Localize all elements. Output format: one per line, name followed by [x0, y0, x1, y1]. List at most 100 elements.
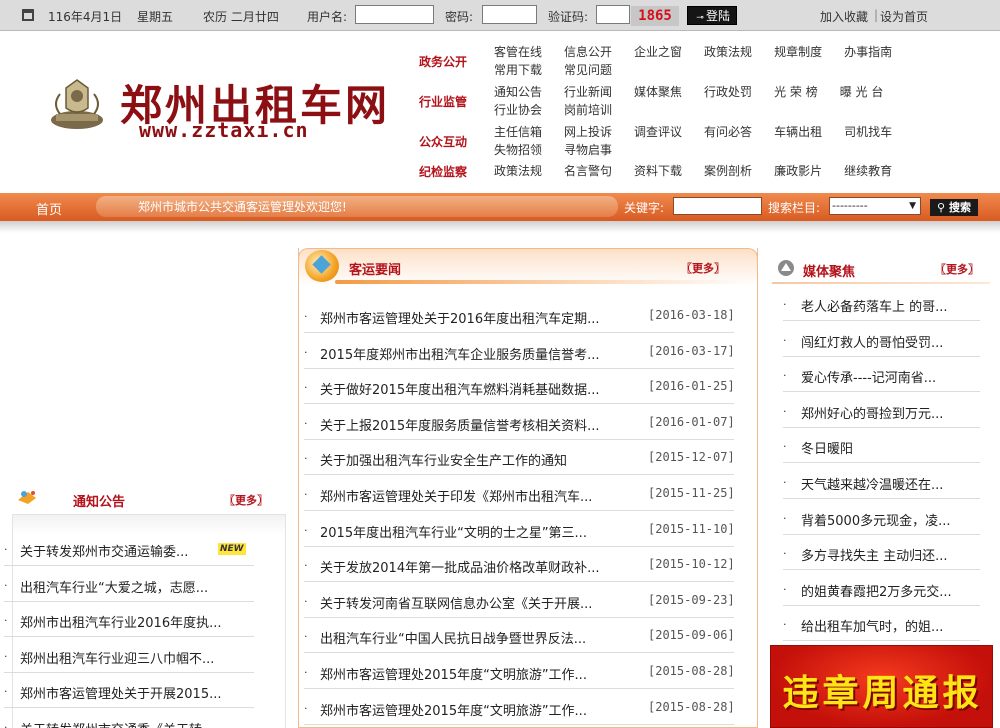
notice-row[interactable]: · 关于转发郑州市交通运输委... NEW	[4, 530, 254, 566]
notice-title-text[interactable]: 郑州市出租汽车行业2016年度执...	[20, 612, 221, 631]
nav-link[interactable]: 规章制度	[774, 43, 822, 61]
nav-link[interactable]: 调查评议	[634, 123, 682, 141]
nav-link[interactable]: 资料下载	[634, 162, 682, 180]
media-title[interactable]: 天气越来越冷温暖还在...	[801, 474, 943, 493]
news-title[interactable]: 关于转发河南省互联网信息办公室《关于开展...	[320, 593, 592, 612]
news-title[interactable]: 郑州市客运管理处2015年度“文明旅游”工作...	[320, 664, 587, 683]
news-title[interactable]: 关于做好2015年度出租汽车燃料消耗基础数据...	[320, 379, 599, 398]
nav-link[interactable]: 光 荣 榜	[774, 83, 818, 101]
news-row[interactable]: · 出租汽车行业“中国人民抗日战争暨世界反法... [2015-09-06]	[304, 617, 735, 654]
nav-link[interactable]: 司机找车	[844, 123, 892, 141]
nav-link[interactable]: 廉政影片	[774, 162, 822, 180]
nav-link[interactable]: 失物招领	[494, 141, 542, 159]
news-title[interactable]: 关于加强出租汽车行业安全生产工作的通知	[320, 450, 567, 469]
news-title[interactable]: 关于上报2015年度服务质量信誉考核相关资料...	[320, 415, 599, 434]
media-row[interactable]: · 的姐黄春霞把2万多元交...	[783, 570, 980, 606]
news-row[interactable]: · 关于转发河南省互联网信息办公室《关于开展... [2015-09-23]	[304, 582, 735, 618]
nav-link[interactable]: 案例剖析	[704, 162, 752, 180]
nav-group-public-affairs[interactable]: 政务公开	[419, 53, 467, 70]
notice-title-text[interactable]: 关于转发郑州市交通运输委...	[20, 541, 188, 560]
media-title[interactable]: 郑州好心的哥捡到万元...	[801, 403, 943, 422]
news-title[interactable]: 郑州市客运管理处2015年度“文明旅游”工作...	[320, 700, 587, 719]
media-row[interactable]: · 闯红灯救人的哥怕受罚...	[783, 321, 980, 357]
notice-row[interactable]: · 关于转发郑州市交通委《关于转...	[4, 708, 254, 728]
nav-link[interactable]: 通知公告	[494, 83, 542, 101]
news-title[interactable]: 2015年度郑州市出租汽车企业服务质量信誉考...	[320, 344, 599, 363]
search-column-select[interactable]: --------- ▼	[829, 197, 921, 215]
news-row[interactable]: · 2015年度出租汽车行业“文明的士之星”第三... [2015-11-10]	[304, 511, 735, 547]
news-row[interactable]: · 关于加强出租汽车行业安全生产工作的通知 [2015-12-07]	[304, 439, 735, 476]
nav-link[interactable]: 曝 光 台	[840, 83, 884, 101]
nav-link[interactable]: 信息公开	[564, 43, 612, 61]
news-title[interactable]: 关于发放2014年第一批成品油价格改革财政补...	[320, 557, 599, 576]
search-button[interactable]: ⚲ 搜索	[930, 199, 978, 216]
nav-link[interactable]: 行业新闻	[564, 83, 612, 101]
media-title[interactable]: 冬日暖阳	[801, 438, 853, 457]
news-title[interactable]: 2015年度出租汽车行业“文明的士之星”第三...	[320, 522, 587, 541]
notice-row[interactable]: · 郑州出租汽车行业迎三八巾帼不...	[4, 637, 254, 673]
nav-link[interactable]: 常用下载	[494, 61, 542, 79]
news-row[interactable]: · 关于上报2015年度服务质量信誉考核相关资料... [2016-01-07]	[304, 404, 735, 440]
news-row[interactable]: · 关于发放2014年第一批成品油价格改革财政补... [2015-10-12]	[304, 546, 735, 583]
media-focus-more-link[interactable]: 〖更多〗	[935, 261, 979, 277]
media-row[interactable]: · 给出租车加气时，的姐...	[783, 605, 980, 642]
notice-title-text[interactable]: 关于转发郑州市交通委《关于转...	[20, 719, 214, 728]
nav-link[interactable]: 主任信箱	[494, 123, 542, 141]
media-row[interactable]: · 郑州好心的哥捡到万元...	[783, 392, 980, 428]
nav-link[interactable]: 继续教育	[844, 162, 892, 180]
nav-link[interactable]: 网上投诉	[564, 123, 612, 141]
notice-row[interactable]: · 郑州市出租汽车行业2016年度执...	[4, 601, 254, 637]
news-row[interactable]: · 郑州市客运管理处关于印发《郑州市出租汽车... [2015-11-25]	[304, 475, 735, 511]
media-row[interactable]: · 爱心传承----记河南省...	[783, 356, 980, 393]
nav-link[interactable]: 媒体聚焦	[634, 83, 682, 101]
notice-title-text[interactable]: 出租汽车行业“大爱之城，志愿...	[20, 577, 208, 596]
news-row[interactable]: · 郑州市客运管理处2015年度“文明旅游”工作... [2015-08-28]	[304, 689, 735, 725]
nav-group-public-interaction[interactable]: 公众互动	[419, 133, 467, 150]
nav-link[interactable]: 名言警句	[564, 162, 612, 180]
nav-link[interactable]: 政策法规	[704, 43, 752, 61]
media-title[interactable]: 的姐黄春霞把2万多元交...	[801, 581, 952, 600]
notice-row[interactable]: · 郑州市客运管理处关于开展2015...	[4, 672, 254, 708]
bookmark-link[interactable]: 加入收藏	[820, 8, 868, 25]
password-input[interactable]	[482, 5, 537, 24]
username-input[interactable]	[355, 5, 434, 24]
news-title[interactable]: 出租汽车行业“中国人民抗日战争暨世界反法...	[320, 628, 586, 647]
news-title[interactable]: 郑州市客运管理处关于印发《郑州市出租汽车...	[320, 486, 592, 505]
set-homepage-link[interactable]: 设为首页	[880, 8, 928, 25]
nav-link[interactable]: 有问必答	[704, 123, 752, 141]
nav-link[interactable]: 岗前培训	[564, 101, 612, 119]
passenger-news-more-link[interactable]: 〖更多〗	[681, 260, 725, 276]
keyword-input[interactable]	[673, 197, 762, 215]
nav-link[interactable]: 办事指南	[844, 43, 892, 61]
media-title[interactable]: 爱心传承----记河南省...	[801, 367, 936, 386]
news-row[interactable]: · 郑州市客运管理处2015年度“文明旅游”工作... [2015-08-28]	[304, 653, 735, 689]
news-row[interactable]: · 郑州市客运管理处关于2016年度出租汽车定期... [2016-03-18]	[304, 297, 735, 333]
media-row[interactable]: · 多方寻找失主 主动归还...	[783, 534, 980, 571]
nav-group-discipline[interactable]: 纪检监察	[419, 163, 467, 180]
media-title[interactable]: 背着5000多元现金，凌...	[801, 510, 950, 529]
nav-link[interactable]: 寻物启事	[564, 141, 612, 159]
media-row[interactable]: · 天气越来越冷温暖还在...	[783, 463, 980, 499]
nav-link[interactable]: 行政处罚	[704, 83, 752, 101]
nav-link[interactable]: 车辆出租	[774, 123, 822, 141]
notice-title-text[interactable]: 郑州出租汽车行业迎三八巾帼不...	[20, 648, 214, 667]
nav-link[interactable]: 行业协会	[494, 101, 542, 119]
news-row[interactable]: · 关于做好2015年度出租汽车燃料消耗基础数据... [2016-01-25]	[304, 368, 735, 405]
media-title[interactable]: 老人必备药落车上 的哥...	[801, 296, 948, 315]
media-row[interactable]: · 老人必备药落车上 的哥...	[783, 285, 980, 321]
media-row[interactable]: · 冬日暖阳	[783, 427, 980, 464]
login-button[interactable]: ⊸ 登陆	[687, 6, 737, 25]
news-row[interactable]: · 2015年度郑州市出租汽车企业服务质量信誉考... [2016-03-17]	[304, 333, 735, 369]
home-link[interactable]: 首页	[36, 199, 62, 218]
nav-link[interactable]: 政策法规	[494, 162, 542, 180]
nav-link[interactable]: 客管在线	[494, 43, 542, 61]
nav-link[interactable]: 企业之窗	[634, 43, 682, 61]
media-title[interactable]: 给出租车加气时，的姐...	[801, 616, 943, 635]
media-title[interactable]: 闯红灯救人的哥怕受罚...	[801, 332, 943, 351]
notice-title-text[interactable]: 郑州市客运管理处关于开展2015...	[20, 683, 221, 702]
nav-group-industry-supervision[interactable]: 行业监管	[419, 93, 467, 110]
captcha-image[interactable]: 1865	[631, 6, 679, 26]
violation-weekly-banner[interactable]: 违章周通报	[770, 645, 993, 728]
media-row[interactable]: · 背着5000多元现金，凌...	[783, 499, 980, 535]
captcha-input[interactable]	[596, 5, 630, 24]
